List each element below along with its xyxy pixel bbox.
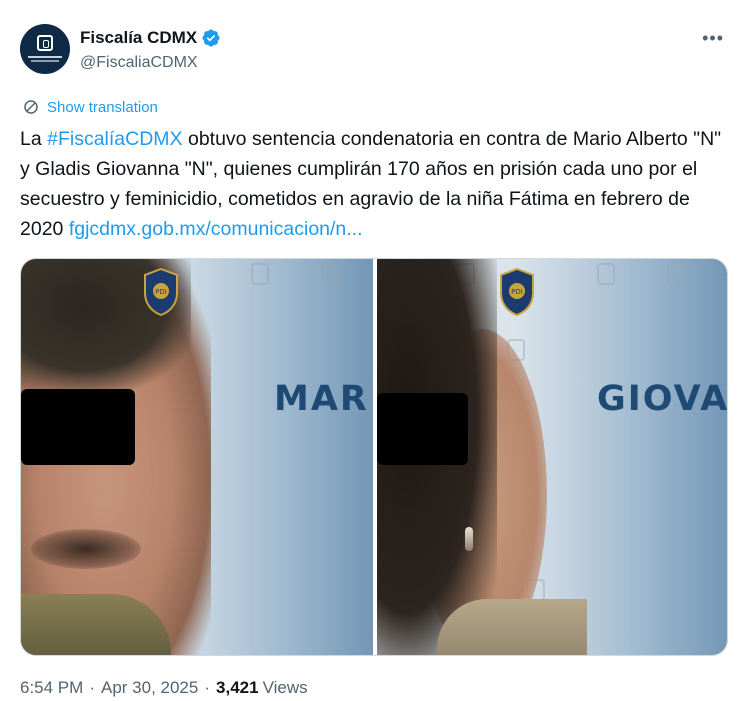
svg-text:PDI: PDI (155, 288, 167, 296)
pdi-badge-icon: PDI (144, 267, 178, 317)
svg-text:PDI: PDI (511, 288, 523, 296)
censor-bar-right (377, 393, 468, 465)
fiscalia-logo-icon (37, 35, 53, 51)
display-name[interactable]: Fiscalía CDMX (80, 28, 197, 48)
globe-translate-icon (24, 100, 38, 114)
logo-line-decoration (28, 56, 62, 58)
account-handle[interactable]: @FiscaliaCDMX (80, 54, 221, 72)
views-count: 3,421 (216, 678, 259, 697)
photo-right[interactable]: PDI GIOVA (377, 259, 728, 655)
portrait-mustache (31, 529, 141, 569)
account-names: Fiscalía CDMX @FiscaliaCDMX (80, 27, 221, 72)
portrait-earring (465, 527, 473, 551)
watermark-icon (251, 263, 269, 285)
watermark-icon (597, 263, 615, 285)
show-translation-label: Show translation (47, 98, 158, 116)
name-banner-right: GIOVA (597, 379, 728, 419)
photo-left[interactable]: PDI MAR (21, 259, 373, 655)
watermark-icon (667, 263, 685, 285)
display-name-row: Fiscalía CDMX (80, 27, 221, 49)
tweet-text-start: La (20, 128, 48, 150)
censor-bar-left (21, 389, 135, 465)
pdi-badge-icon: PDI (500, 267, 534, 317)
avatar[interactable] (20, 24, 70, 74)
more-options-button[interactable]: ••• (702, 28, 724, 49)
tweet-media[interactable]: PDI MAR PDI GIOVA (20, 258, 728, 656)
url-link[interactable]: fgjcdmx.gob.mx/comunicacion/n... (69, 218, 363, 240)
show-translation-link[interactable]: Show translation (22, 98, 158, 116)
watermark-icon (321, 263, 339, 285)
name-banner-left: MAR (274, 379, 369, 419)
tweet-header: Fiscalía CDMX @FiscaliaCDMX ••• (20, 24, 728, 76)
tweet-meta: 6:54 PM · Apr 30, 2025 · 3,421 Views (20, 678, 308, 698)
views-label: Views (262, 678, 308, 697)
tweet-date[interactable]: Apr 30, 2025 (101, 678, 198, 698)
meta-separator: · (204, 678, 211, 697)
logo-line-decoration (31, 60, 59, 62)
verified-badge-icon (202, 29, 220, 47)
tweet-time[interactable]: 6:54 PM (20, 678, 83, 698)
hashtag-link[interactable]: #FiscalíaCDMX (47, 128, 182, 150)
tweet-text: La #FiscalíaCDMX obtuvo sentencia conden… (20, 124, 732, 244)
meta-separator: · (89, 678, 95, 697)
portrait-shirt (437, 599, 587, 655)
